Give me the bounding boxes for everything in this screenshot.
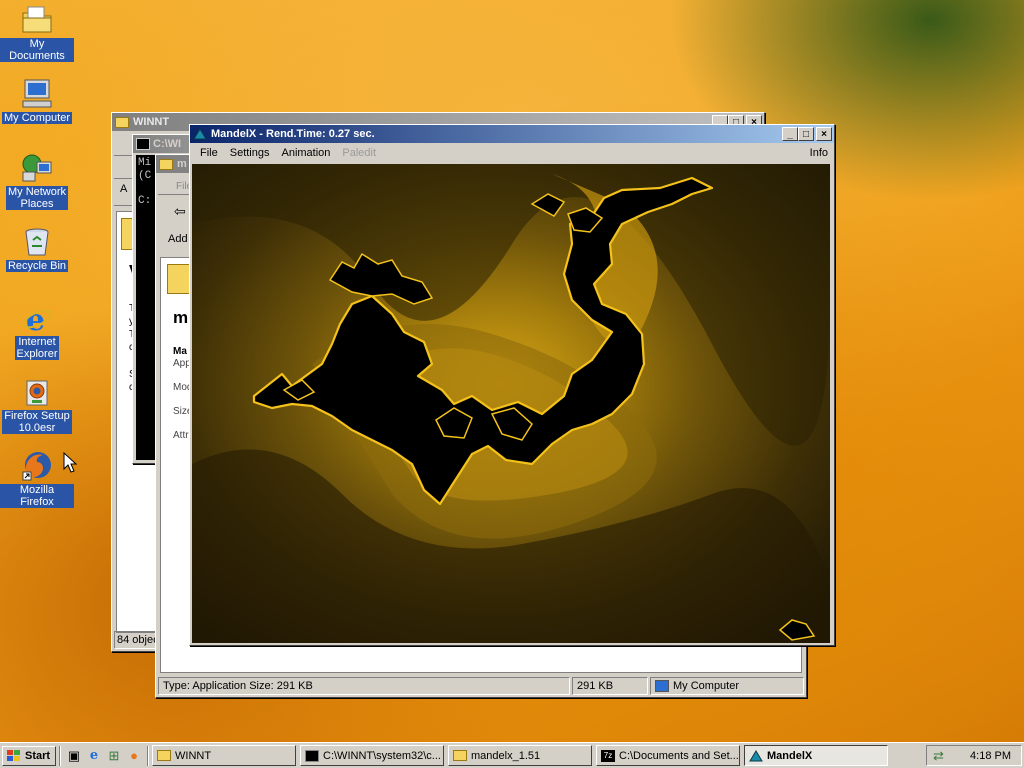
desktop: My Documents My Computer My Network Place…: [0, 0, 1024, 742]
windows-logo-icon: [7, 749, 20, 761]
system-tray: ⇄ 4:18 PM: [926, 745, 1022, 766]
installer-icon: [20, 376, 54, 408]
desktop-icon-label: My Computer: [1, 112, 73, 124]
folder-icon: [159, 158, 173, 170]
start-button[interactable]: Start: [2, 745, 56, 766]
status-type: Type: Application Size: 291 KB: [158, 677, 570, 695]
menu-settings[interactable]: Settings: [224, 147, 276, 159]
folder-icon: [20, 4, 54, 36]
task-documents[interactable]: 7z C:\Documents and Set...: [596, 745, 740, 766]
cmd-icon: [305, 749, 319, 762]
firefox-icon[interactable]: ●: [124, 746, 144, 766]
folder-icon: [115, 116, 129, 128]
taskbar: Start ▣ e ⊞ ● WINNT C:\WINNT\system32\c.…: [0, 742, 1024, 768]
explorer-address-label: Add: [168, 233, 188, 245]
tray-network-icon[interactable]: ⇄: [933, 748, 944, 764]
status-size: 291 KB: [572, 677, 648, 695]
mouse-cursor-icon: [63, 452, 77, 473]
svg-text:e: e: [26, 303, 45, 334]
recycle-bin-icon: [20, 226, 54, 258]
fractal-image: [192, 164, 830, 643]
desktop-icon-firefox-setup[interactable]: Firefox Setup 10.0esr: [0, 376, 74, 434]
network-icon: [20, 152, 54, 184]
desktop-icon-my-network-places[interactable]: My Network Places: [0, 152, 74, 210]
menu-animation[interactable]: Animation: [275, 147, 336, 159]
task-label: WINNT: [175, 749, 212, 762]
fractal-canvas[interactable]: [192, 164, 830, 643]
cmd-title: C:\WI: [153, 138, 182, 150]
status-zone-label: My Computer: [673, 680, 740, 692]
show-desktop-icon[interactable]: ▣: [64, 746, 84, 766]
clock[interactable]: 4:18 PM: [970, 750, 1011, 762]
task-winnt[interactable]: WINNT: [152, 745, 296, 766]
menu-info[interactable]: Info: [804, 147, 834, 159]
explorer-status-bar: Type: Application Size: 291 KB 291 KB My…: [158, 677, 804, 695]
desktop-icon-label: Internet Explorer: [14, 336, 60, 360]
task-mandelx[interactable]: MandelX: [744, 745, 888, 766]
menu-file[interactable]: File: [194, 147, 224, 159]
minimize-button[interactable]: _: [782, 127, 798, 141]
close-button[interactable]: ×: [816, 127, 832, 141]
folder-icon: [157, 750, 171, 761]
taskbar-separator: [147, 745, 149, 766]
task-label: C:\Documents and Set...: [619, 749, 739, 762]
computer-icon: [655, 680, 669, 692]
task-label: MandelX: [767, 749, 813, 762]
desktop-icon-my-documents[interactable]: My Documents: [0, 4, 74, 62]
desktop-icon-my-computer[interactable]: My Computer: [0, 78, 74, 124]
computer-icon: [20, 78, 54, 110]
mandelx-title: MandelX - Rend.Time: 0.27 sec.: [211, 128, 375, 140]
task-mandelx-folder[interactable]: mandelx_1.51: [448, 745, 592, 766]
archive-icon: 7z: [601, 749, 615, 762]
winnt-title: WINNT: [133, 116, 170, 128]
mandelx-title-bar[interactable]: MandelX - Rend.Time: 0.27 sec. _ □ ×: [190, 125, 834, 143]
mandelx-app-icon: [749, 749, 763, 761]
internet-explorer-icon[interactable]: e: [84, 746, 104, 766]
taskbar-separator: [59, 745, 61, 766]
status-zone: My Computer: [650, 677, 804, 695]
desktop-icon-label: My Network Places: [5, 186, 69, 210]
desktop-icon-label: Recycle Bin: [5, 260, 69, 272]
cmd-icon: [136, 138, 150, 150]
menu-paledit: Paledit: [342, 146, 377, 159]
task-cmd[interactable]: C:\WINNT\system32\c...: [300, 745, 444, 766]
folder-icon: [453, 750, 467, 761]
desktop-icon-label: Firefox Setup 10.0esr: [2, 410, 72, 434]
explorer-title: m: [177, 158, 187, 170]
internet-explorer-icon: e: [20, 302, 54, 338]
desktop-icon-recycle-bin[interactable]: Recycle Bin: [0, 226, 74, 272]
firefox-icon: [20, 450, 54, 482]
mandelx-app-icon: [193, 128, 207, 140]
explorer-heading: m: [173, 308, 189, 327]
task-label: mandelx_1.51: [471, 749, 541, 762]
task-label: C:\WINNT\system32\c...: [323, 749, 441, 762]
desktop-icon-label: Mozilla Firefox: [0, 484, 74, 508]
desktop-icon-label: My Documents: [0, 38, 74, 62]
back-arrow-icon[interactable]: ⇦: [174, 203, 186, 220]
network-icon[interactable]: ⊞: [104, 746, 124, 766]
desktop-icon-internet-explorer[interactable]: e Internet Explorer: [0, 302, 74, 360]
mandelx-menubar: File Settings Animation Paledit Info: [190, 143, 834, 162]
start-label: Start: [25, 749, 51, 762]
maximize-button[interactable]: □: [798, 127, 814, 141]
mandelx-window[interactable]: MandelX - Rend.Time: 0.27 sec. _ □ × Fil…: [189, 124, 835, 646]
